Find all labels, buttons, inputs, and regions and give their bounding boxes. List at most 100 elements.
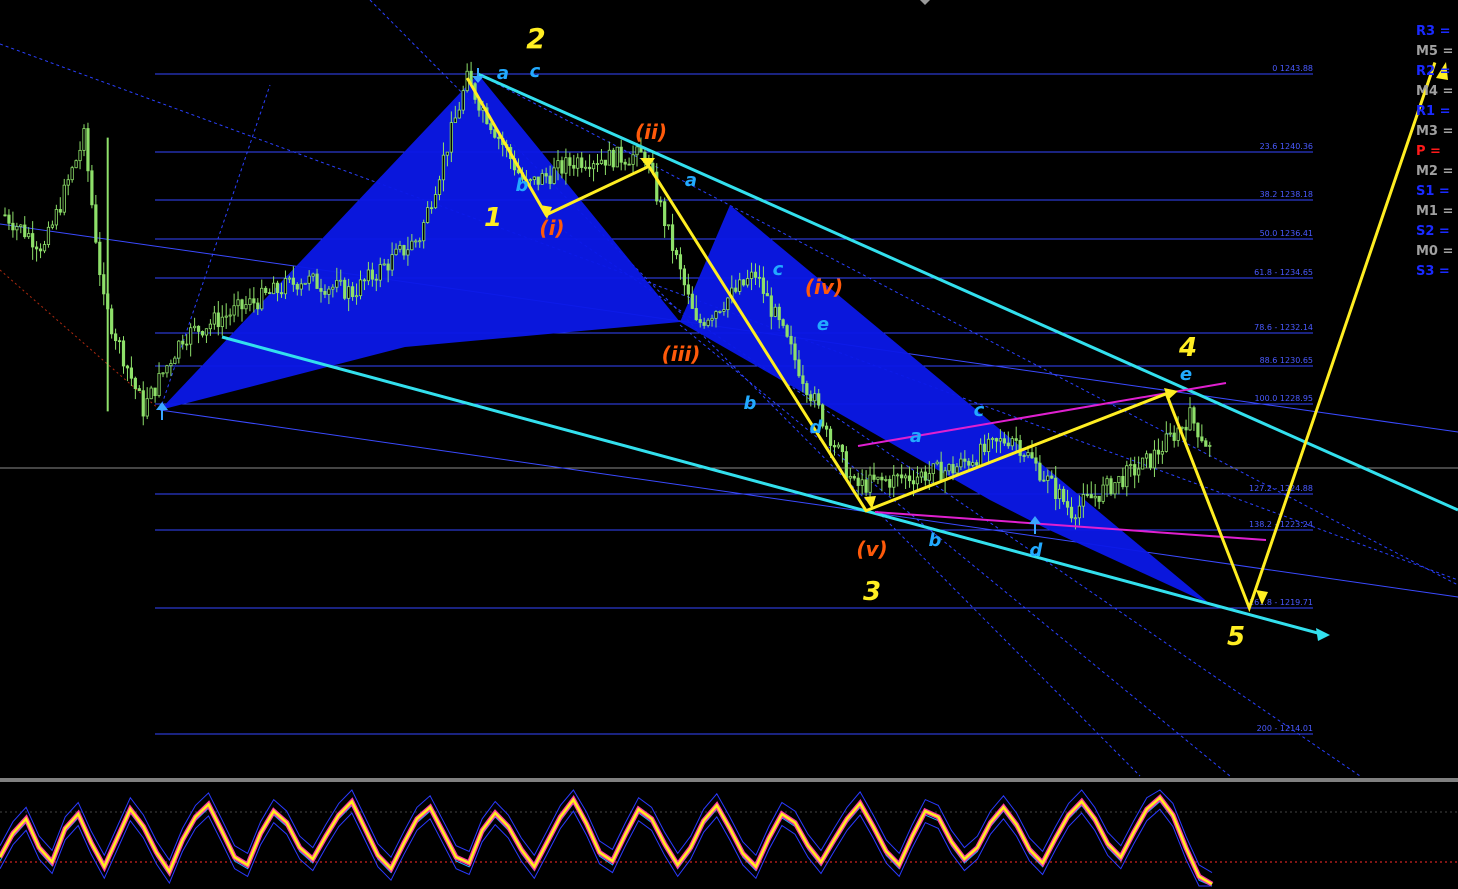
- candle-body: [497, 136, 501, 139]
- candle-body: [900, 474, 904, 479]
- candle-body: [769, 295, 773, 317]
- candle-body: [880, 476, 884, 481]
- candle-body: [955, 466, 959, 474]
- candle-body: [544, 173, 548, 177]
- candle-body: [805, 383, 809, 395]
- candle-body: [133, 377, 137, 389]
- candle-body: [303, 282, 307, 285]
- candle-body: [362, 279, 367, 282]
- candle-body: [283, 278, 288, 295]
- candle-body: [42, 244, 47, 252]
- candle-body: [295, 283, 299, 290]
- wave-label: c: [974, 400, 985, 421]
- candle-body: [86, 128, 90, 172]
- candle-body: [1117, 475, 1121, 484]
- pivot-level-row: S1 =: [1416, 184, 1450, 199]
- pivot-level-panel: R3 = M5 = R2 = M4 = R1 = M3 = P = M2 = S1 = M1 = S…: [1416, 22, 1458, 282]
- candle-body: [607, 149, 611, 166]
- candle-body: [599, 159, 604, 164]
- candle-body: [331, 286, 335, 290]
- candle-body: [1172, 432, 1176, 441]
- candle-body: [1164, 433, 1168, 452]
- candle-body: [615, 146, 619, 168]
- candle-body: [489, 123, 493, 131]
- candle-body: [884, 479, 888, 481]
- candle-body: [291, 277, 295, 285]
- candle-body: [670, 224, 675, 251]
- wave-label: 1: [484, 203, 502, 233]
- candle-body: [959, 458, 963, 468]
- candle-body: [746, 278, 750, 286]
- candle-body: [864, 479, 868, 493]
- candle-body: [817, 393, 821, 406]
- candle-body: [441, 154, 446, 181]
- pivot-level-row: M5 =: [1416, 44, 1454, 59]
- candle-body: [591, 163, 596, 170]
- candle-body: [260, 287, 264, 310]
- candle-body: [426, 207, 430, 223]
- candle-body: [635, 146, 639, 156]
- candle-body: [967, 460, 971, 466]
- candle-body: [339, 279, 343, 282]
- candle-body: [279, 292, 284, 295]
- candle-body: [1141, 457, 1145, 470]
- fib-level-label: 38.2 1238.18: [1260, 190, 1313, 199]
- candle-body: [1109, 478, 1113, 495]
- candle-body: [62, 184, 66, 213]
- candle-body: [840, 444, 845, 453]
- candle-body: [1034, 457, 1038, 464]
- candle-body: [189, 327, 193, 345]
- candle-body: [457, 109, 461, 119]
- candle-body: [951, 464, 955, 474]
- candle-body: [876, 476, 880, 480]
- candle-body: [366, 269, 371, 282]
- candle-body: [738, 279, 742, 292]
- candle-body: [358, 279, 363, 297]
- pivot-level-row: P =: [1416, 144, 1441, 159]
- candle-body: [694, 308, 698, 320]
- candle-body: [990, 438, 995, 440]
- candle-body: [252, 298, 256, 304]
- fib-level-label: 127.2 - 1224.88: [1249, 484, 1313, 493]
- candle-body: [860, 479, 864, 486]
- candle-body: [224, 315, 228, 318]
- candle-body: [390, 254, 394, 271]
- fib-level-label: 161.8 - 1219.71: [1249, 598, 1313, 607]
- candle-body: [994, 438, 999, 442]
- candle-body: [888, 479, 892, 488]
- candle-body: [307, 275, 311, 284]
- candle-body: [1062, 488, 1066, 502]
- wave-label: b: [929, 530, 942, 551]
- candle-body: [240, 299, 244, 310]
- candle-body: [410, 240, 414, 251]
- candle-body: [311, 273, 315, 277]
- candle-body: [1148, 453, 1153, 469]
- candle-body: [232, 305, 236, 316]
- candle-body: [418, 240, 422, 243]
- candle-body: [1065, 501, 1070, 508]
- candle-body: [1101, 484, 1105, 502]
- candle-body: [315, 273, 319, 289]
- candle-body: [892, 474, 896, 488]
- candle-body: [38, 248, 43, 252]
- candle-body: [1168, 432, 1172, 435]
- candle-body: [196, 325, 201, 332]
- candle-body: [374, 278, 378, 281]
- candle-body: [1069, 506, 1074, 519]
- candle-body: [11, 222, 15, 231]
- candle-body: [576, 157, 580, 169]
- candle-body: [1010, 438, 1014, 447]
- candle-body: [1200, 436, 1204, 442]
- candle-body: [66, 179, 70, 186]
- candle-body: [354, 295, 359, 298]
- candle-body: [271, 282, 276, 295]
- candle-body: [137, 388, 141, 392]
- wave-label: a: [497, 63, 509, 84]
- candle-body: [947, 464, 951, 472]
- candle-body: [327, 288, 331, 295]
- candle-body: [236, 299, 240, 307]
- wave-label: (v): [856, 537, 887, 561]
- candle-body: [753, 271, 758, 278]
- candle-body: [117, 340, 122, 343]
- candle-body: [370, 269, 374, 280]
